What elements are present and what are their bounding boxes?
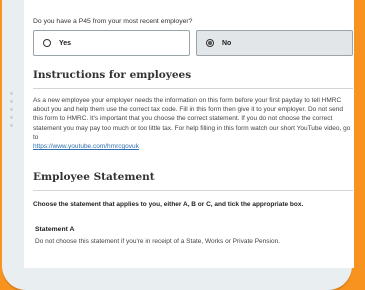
statement-a-title: Statement A: [35, 226, 75, 234]
statement-a-text: Do not choose this statement if you're i…: [35, 238, 280, 246]
divider: [33, 190, 353, 192]
p45-question: Do you have a P45 from your most recent …: [33, 18, 193, 25]
option-no[interactable]: No: [196, 30, 353, 56]
radio-selected-icon[interactable]: [206, 39, 214, 47]
option-yes[interactable]: Yes: [33, 30, 190, 56]
option-label: Yes: [59, 39, 72, 47]
instructions-text: As a new employee your employer needs th…: [33, 96, 351, 151]
divider: [33, 88, 353, 89]
employee-statement-heading: Employee Statement: [33, 171, 155, 184]
p45-options: Yes No: [33, 30, 353, 56]
radio-icon[interactable]: [43, 39, 51, 47]
statement-instruction: Choose the statement that applies to you…: [33, 201, 304, 209]
option-label: No: [222, 39, 232, 47]
form-screen: Do you have a P45 from your most recent …: [24, 0, 354, 268]
tablet-side-indicator: [8, 92, 14, 132]
instructions-body: As a new employee your employer needs th…: [33, 97, 351, 141]
youtube-link[interactable]: https://www.youtube.com/hmrcgovuk: [33, 143, 139, 150]
instructions-heading: Instructions for employees: [33, 69, 192, 81]
